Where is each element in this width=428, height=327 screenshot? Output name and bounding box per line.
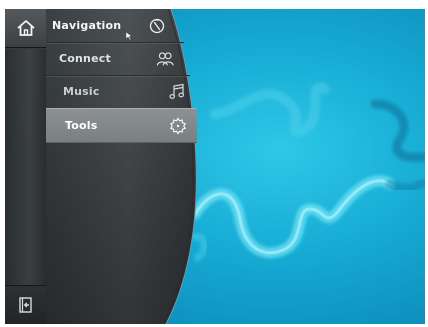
menu-panel: Navigation Connect Music Tools [46,9,198,324]
music-note-icon [169,83,185,99]
home-button[interactable] [5,9,46,48]
menu-item-label: Music [63,85,100,98]
menu-item-label: Navigation [52,19,122,32]
strip-shade [5,49,46,285]
exit-icon [18,297,32,313]
people-icon [156,52,174,66]
gear-icon [170,117,186,135]
menu-item-music[interactable]: Music [46,75,196,108]
screen: Navigation Connect Music Tools [0,0,428,327]
menu-item-navigation[interactable]: Navigation [46,9,196,42]
menu-item-label: Tools [65,119,98,132]
pointer-cursor-icon [126,32,132,40]
device-frame: Navigation Connect Music Tools [5,9,425,324]
exit-button[interactable] [5,285,46,324]
menu-item-connect[interactable]: Connect [46,42,196,75]
compass-icon [149,18,165,34]
menu-item-label: Connect [59,52,111,65]
home-icon [16,20,35,36]
left-strip [5,9,47,324]
menu-item-tools[interactable]: Tools [46,108,197,143]
